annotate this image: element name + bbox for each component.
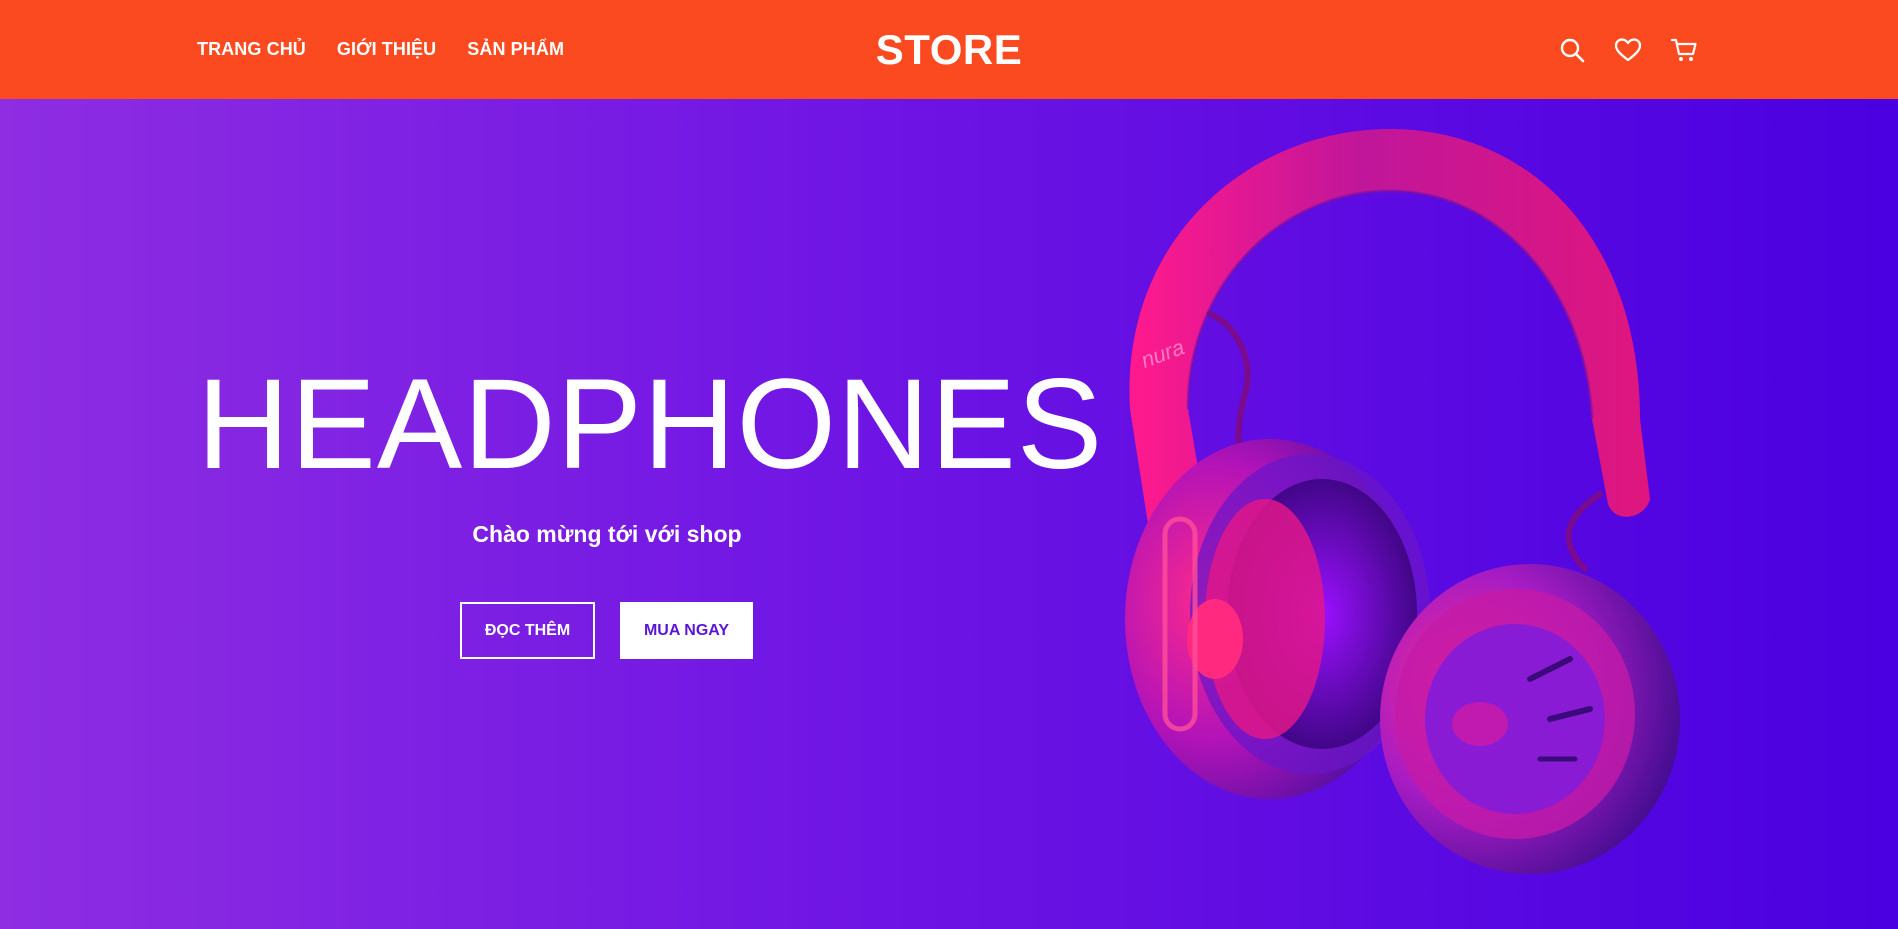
top-navigation-bar: TRANG CHỦ GIỚI THIỆU SẢN PHẨM STORE (0, 0, 1898, 99)
nav-link-about[interactable]: GIỚI THIỆU (337, 39, 436, 60)
headphones-product-image: nura (1125, 129, 1680, 874)
search-icon[interactable] (1558, 36, 1586, 64)
hero-text-block: HEADPHONES Chào mừng tới với shop ĐỌC TH… (197, 99, 1104, 929)
main-nav: TRANG CHỦ GIỚI THIỆU SẢN PHẨM (197, 0, 564, 99)
nav-link-products[interactable]: SẢN PHẨM (467, 39, 564, 60)
header-actions (1558, 0, 1698, 99)
brand-logo[interactable]: STORE (876, 26, 1022, 73)
hero-banner: HEADPHONES Chào mừng tới với shop ĐỌC TH… (0, 99, 1898, 929)
cart-icon[interactable] (1670, 36, 1698, 64)
hero-actions: ĐỌC THÊM MUA NGAY (460, 602, 753, 659)
nav-link-home[interactable]: TRANG CHỦ (197, 39, 306, 60)
hero-subtitle: Chào mừng tới với shop (472, 521, 742, 547)
hero-title: HEADPHONES (197, 353, 1104, 496)
heart-icon[interactable] (1614, 36, 1642, 64)
read-more-button[interactable]: ĐỌC THÊM (460, 602, 595, 659)
buy-now-button[interactable]: MUA NGAY (620, 602, 753, 659)
